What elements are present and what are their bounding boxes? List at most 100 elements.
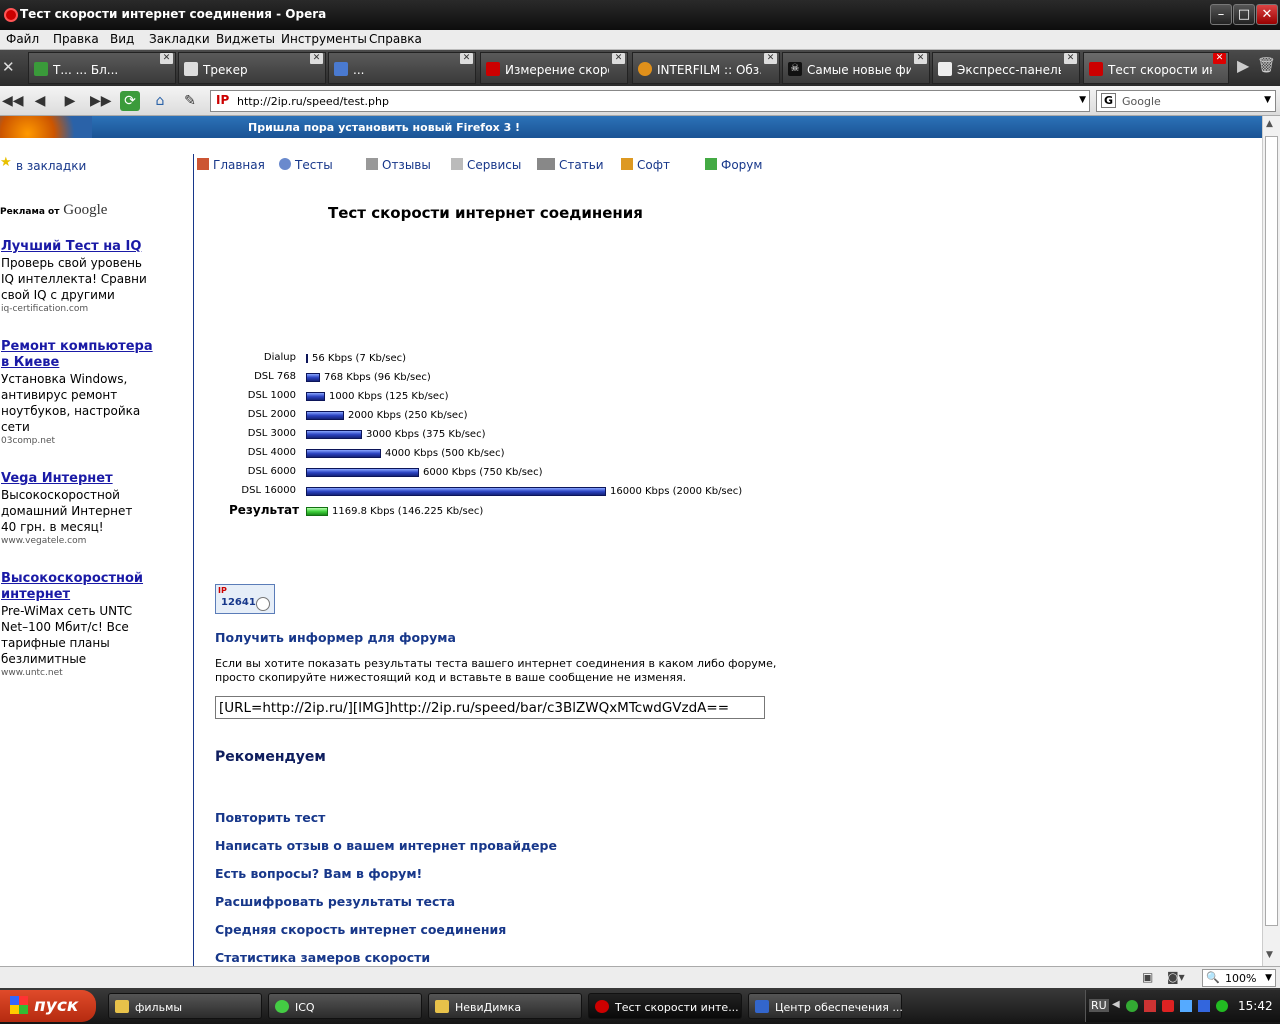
link-decode-results[interactable]: Расшифровать результаты теста (215, 894, 455, 909)
address-dropdown-icon[interactable]: ▼ (1079, 95, 1086, 105)
taskbar-item-icq[interactable]: ICQ (268, 993, 422, 1019)
firefox-banner[interactable]: Пришла пора установить новый Firefox 3 ! (0, 116, 1262, 138)
taskbar-item-films[interactable]: фильмы (108, 993, 262, 1019)
link-average-speed[interactable]: Средняя скорость интернет соединения (215, 922, 506, 937)
tab-close-icon[interactable]: ✕ (914, 53, 927, 64)
tab-close-icon[interactable]: ✕ (460, 53, 473, 64)
tab-close-icon[interactable]: ✕ (612, 53, 625, 64)
tab-close-icon[interactable]: ✕ (160, 53, 173, 64)
nav-tests[interactable]: Тесты (279, 158, 333, 172)
menu-view[interactable]: Вид (110, 32, 134, 46)
address-bar[interactable]: IP http://2ip.ru/speed/test.php ▼ (210, 90, 1090, 112)
ad-title-2[interactable]: Ремонт компьютера в Киеве (1, 339, 161, 371)
home-icon[interactable]: ⌂ (150, 91, 170, 111)
taskbar-label: фильмы (135, 1001, 183, 1014)
link-statistics[interactable]: Статистика замеров скорости (215, 950, 430, 966)
panel-icon[interactable]: ▣ (1142, 970, 1153, 984)
ad-title-4[interactable]: Высокоскоростной интернет (1, 571, 143, 603)
edit-icon[interactable]: ✎ (180, 91, 200, 111)
image-toggle-icon[interactable]: ◙▾ (1167, 970, 1185, 984)
trash-icon[interactable]: 🗑 (1257, 56, 1277, 80)
nav-soft[interactable]: Софт (621, 158, 670, 172)
menu-tools[interactable]: Инструменты (281, 32, 367, 46)
scroll-down-icon[interactable]: ▼ (1266, 950, 1273, 960)
tab-close-icon[interactable]: ✕ (310, 53, 323, 64)
forward-icon[interactable]: ▶ (60, 91, 80, 111)
taskbar-item-nevidimka[interactable]: НевиДимка (428, 993, 582, 1019)
nav-forum[interactable]: Форум (705, 158, 762, 172)
tray-expand-icon[interactable]: ◀ (1112, 999, 1120, 1010)
informer-badge[interactable]: IP 12641 (215, 584, 275, 614)
banner-text[interactable]: Пришла пора установить новый Firefox 3 ! (248, 121, 520, 134)
ad-url-3[interactable]: www.vegatele.com (1, 536, 86, 546)
search-dropdown-icon[interactable]: ▼ (1264, 95, 1271, 105)
ads-by-google[interactable]: Реклама от Google (0, 202, 107, 219)
tab-8-active[interactable]: Тест скорости ин...✕ (1083, 52, 1229, 84)
menu-help[interactable]: Справка (369, 32, 422, 46)
nav-articles[interactable]: Статьи (537, 158, 604, 172)
tab-label: Экспресс-панель (957, 63, 1061, 77)
language-indicator[interactable]: RU (1089, 999, 1109, 1012)
firefox-logo-icon (0, 116, 92, 138)
tools-icon[interactable]: ✕ (2, 58, 22, 78)
ads-label: Реклама от (0, 207, 60, 217)
tab-2[interactable]: Трекер ✕ (178, 52, 326, 84)
taskbar-item-opera[interactable]: Тест скорости инте... (588, 993, 742, 1019)
close-window-button[interactable]: ✕ (1256, 4, 1278, 25)
tab-close-icon[interactable]: ✕ (1213, 53, 1226, 64)
tab-close-icon[interactable]: ✕ (764, 53, 777, 64)
scroll-thumb[interactable] (1265, 136, 1278, 926)
tab-scroll-icon[interactable]: ▶ (1237, 56, 1255, 80)
vertical-scrollbar[interactable]: ▲ ▼ (1262, 116, 1280, 966)
ad-url-1[interactable]: iq-certification.com (1, 304, 88, 314)
shield-icon[interactable] (1162, 1000, 1174, 1012)
menu-file[interactable]: Файл (6, 32, 39, 46)
scroll-up-icon[interactable]: ▲ (1266, 119, 1273, 129)
rewind-icon[interactable]: ◀◀ (2, 91, 24, 111)
minimize-button[interactable]: – (1210, 4, 1232, 25)
chart-bar (306, 430, 362, 439)
tray-app-icon[interactable] (1144, 1000, 1156, 1012)
tab-1[interactable]: Т... ... Бл... ✕ (28, 52, 176, 84)
chart-value-label: 4000 Kbps (500 Kb/sec) (385, 448, 505, 459)
nav-reviews[interactable]: Отзывы (366, 158, 431, 172)
menu-bookmarks[interactable]: Закладки (149, 32, 210, 46)
google-icon[interactable]: G (1101, 93, 1116, 108)
zoom-control[interactable]: 🔍 100% ▼ (1202, 969, 1276, 987)
link-write-review[interactable]: Написать отзыв о вашем интернет провайде… (215, 838, 557, 853)
media-icon[interactable] (1198, 1000, 1210, 1012)
nav-services[interactable]: Сервисы (451, 158, 521, 172)
tab-5[interactable]: INTERFILM :: Обз... ✕ (632, 52, 780, 84)
tab-7[interactable]: Экспресс-панель ✕ (932, 52, 1080, 84)
ad-url-4[interactable]: www.untc.net (1, 668, 63, 678)
informer-code-field[interactable]: [URL=http://2ip.ru/][IMG]http://2ip.ru/s… (215, 696, 765, 719)
menu-widgets[interactable]: Виджеты (216, 32, 275, 46)
chart-value-label: 2000 Kbps (250 Kb/sec) (348, 410, 468, 421)
menu-edit[interactable]: Правка (53, 32, 99, 46)
link-forum[interactable]: Есть вопросы? Вам в форум! (215, 866, 422, 881)
nav-home[interactable]: Главная (197, 158, 265, 172)
address-url[interactable]: http://2ip.ru/speed/test.php (237, 95, 389, 108)
tray-app-icon[interactable] (1216, 1000, 1228, 1012)
ad-title-1[interactable]: Лучший Тест на IQ (1, 239, 161, 255)
search-placeholder[interactable]: Google (1122, 95, 1161, 108)
bookmark-link[interactable]: в закладки (16, 159, 86, 173)
tab-4[interactable]: Измерение скоро...✕ (480, 52, 628, 84)
link-repeat-test[interactable]: Повторить тест (215, 810, 325, 825)
maximize-button[interactable]: □ (1233, 4, 1255, 25)
ad-url-2[interactable]: 03comp.net (1, 436, 55, 446)
taskbar-item-security-center[interactable]: Центр обеспечения ... (748, 993, 903, 1019)
network-icon[interactable] (1180, 1000, 1192, 1012)
tray-app-icon[interactable] (1126, 1000, 1138, 1012)
search-field[interactable]: G Google ▼ (1096, 90, 1276, 112)
reload-icon[interactable]: ⟳ (120, 91, 140, 111)
ad-title-3[interactable]: Vega Интернет (1, 471, 161, 487)
tab-3[interactable]: ... ✕ (328, 52, 476, 84)
back-icon[interactable]: ◀ (30, 91, 50, 111)
start-button[interactable]: пуск (0, 990, 96, 1022)
zoom-dropdown-icon[interactable]: ▼ (1265, 973, 1272, 983)
gear-icon (621, 158, 633, 170)
fast-forward-icon[interactable]: ▶▶ (90, 91, 112, 111)
tab-close-icon[interactable]: ✕ (1064, 53, 1077, 64)
tab-6[interactable]: ☠ Самые новые фи...✕ (782, 52, 930, 84)
